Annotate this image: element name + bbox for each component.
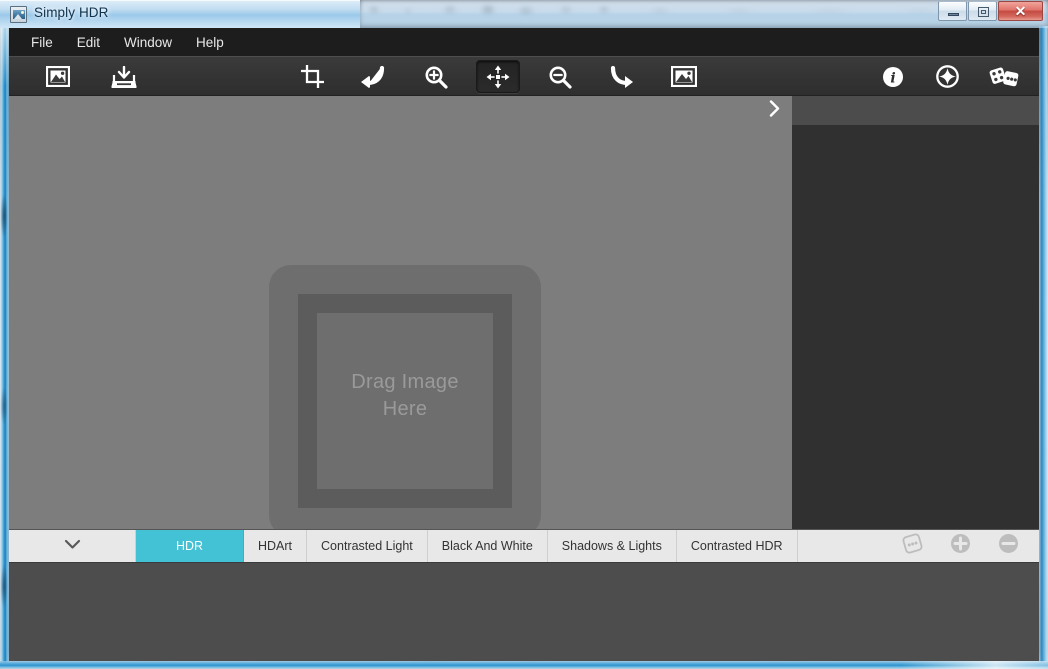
dropzone-label: Drag Image Here xyxy=(269,369,541,423)
random-preset-button[interactable] xyxy=(901,533,923,559)
work-area: Drag Image Here xyxy=(9,96,1039,537)
pan-tool-button[interactable] xyxy=(476,60,520,93)
thumbnail-strip[interactable] xyxy=(9,562,1039,661)
preset-tab-contrasted-hdr[interactable]: Contrasted HDR xyxy=(677,530,798,562)
minimize-icon xyxy=(948,13,959,16)
undo-button[interactable] xyxy=(351,60,395,93)
image-dropzone[interactable]: Drag Image Here xyxy=(269,265,541,537)
effects-button[interactable] xyxy=(925,60,969,93)
fit-image-button[interactable] xyxy=(662,60,706,93)
chevron-down-icon xyxy=(64,537,81,555)
svg-text:i: i xyxy=(890,70,895,86)
open-image-button[interactable] xyxy=(36,60,80,93)
dice-icon xyxy=(902,533,923,559)
application-window: Simply HDR ✕ File Edit Window Help i Dra… xyxy=(0,0,1048,669)
menu-bar: File Edit Window Help xyxy=(9,28,1039,56)
title-bar[interactable]: Simply HDR ✕ xyxy=(0,0,1048,28)
right-panel-header xyxy=(792,96,1039,125)
window-frame-right xyxy=(1039,26,1048,663)
preset-tab-black-and-white[interactable]: Black And White xyxy=(428,530,548,562)
preset-tab-hdr[interactable]: HDR xyxy=(136,530,244,562)
plus-circle-icon xyxy=(950,533,971,559)
image-frame-icon xyxy=(46,66,70,87)
dice-icon xyxy=(989,66,1019,88)
sparkle-circle-icon xyxy=(935,65,959,88)
preset-dropdown-button[interactable] xyxy=(9,530,136,562)
magnifier-minus-icon xyxy=(548,65,572,89)
menu-item-edit[interactable]: Edit xyxy=(65,31,112,54)
dropzone-label-line1: Drag Image xyxy=(351,371,459,393)
window-frame-left xyxy=(0,26,9,663)
add-preset-button[interactable] xyxy=(949,533,971,559)
menu-item-window[interactable]: Window xyxy=(112,31,184,54)
save-tray-icon xyxy=(111,65,137,88)
randomize-button[interactable] xyxy=(982,60,1026,93)
preset-tab-hdart[interactable]: HDArt xyxy=(244,530,308,562)
preset-actions xyxy=(901,530,1039,562)
move-arrows-icon xyxy=(486,65,510,89)
preset-tab-shadows-lights[interactable]: Shadows & Lights xyxy=(548,530,677,562)
chevron-right-icon xyxy=(769,100,780,122)
crop-icon xyxy=(300,65,324,88)
maximize-button[interactable] xyxy=(968,1,997,21)
app-client-area: File Edit Window Help i Drag Image Here … xyxy=(9,28,1039,661)
window-title: Simply HDR xyxy=(34,5,109,20)
save-image-button[interactable] xyxy=(102,60,146,93)
undo-arrow-icon xyxy=(361,65,385,88)
window-controls: ✕ xyxy=(937,1,1043,21)
image-canvas[interactable]: Drag Image Here xyxy=(9,96,792,537)
preset-bar: HDR HDArt Contrasted Light Black And Whi… xyxy=(9,529,1039,562)
preset-bar-spacer xyxy=(798,530,901,562)
preset-tab-contrasted-light[interactable]: Contrasted Light xyxy=(307,530,428,562)
minimize-button[interactable] xyxy=(938,1,967,21)
zoom-out-button[interactable] xyxy=(538,60,582,93)
redo-button[interactable] xyxy=(600,60,644,93)
close-button[interactable]: ✕ xyxy=(998,1,1043,21)
dropzone-label-line2: Here xyxy=(382,398,428,420)
menu-item-file[interactable]: File xyxy=(19,31,65,54)
redo-arrow-icon xyxy=(610,65,634,88)
expand-panel-button[interactable] xyxy=(764,100,784,122)
magnifier-plus-icon xyxy=(424,65,448,89)
crop-button[interactable] xyxy=(290,60,334,93)
remove-preset-button[interactable] xyxy=(997,533,1019,559)
right-panel[interactable] xyxy=(792,125,1039,529)
image-frame-icon xyxy=(671,66,697,87)
window-frame-bottom xyxy=(0,661,1048,669)
app-icon xyxy=(10,6,27,23)
maximize-icon xyxy=(978,7,989,17)
zoom-in-button[interactable] xyxy=(414,60,458,93)
info-circle-icon: i xyxy=(882,66,904,88)
info-button[interactable]: i xyxy=(871,60,915,93)
toolbar: i xyxy=(9,56,1039,96)
minus-circle-icon xyxy=(998,533,1019,559)
close-icon: ✕ xyxy=(1014,2,1027,19)
menu-item-help[interactable]: Help xyxy=(184,31,236,54)
